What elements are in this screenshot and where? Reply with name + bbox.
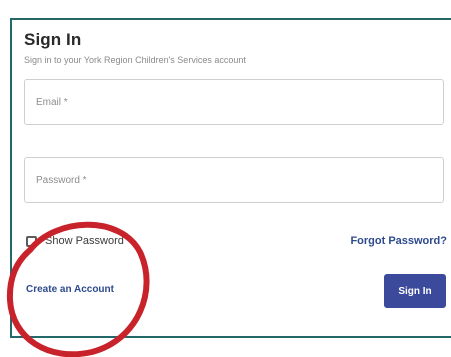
page-title: Sign In (24, 30, 82, 49)
page-subtitle: Sign in to your York Region Children's S… (24, 55, 246, 65)
show-password-checkbox[interactable] (26, 236, 37, 247)
password-field-container (24, 157, 444, 203)
page: Sign In Sign in to your York Region Chil… (0, 0, 451, 357)
show-password-label: Show Password (45, 235, 124, 247)
email-field[interactable] (25, 80, 443, 124)
forgot-password-link[interactable]: Forgot Password? (350, 235, 447, 247)
create-account-link[interactable]: Create an Account (26, 284, 114, 295)
sign-in-button[interactable]: Sign In (384, 274, 446, 308)
password-field[interactable] (25, 158, 443, 202)
email-field-container (24, 79, 444, 125)
